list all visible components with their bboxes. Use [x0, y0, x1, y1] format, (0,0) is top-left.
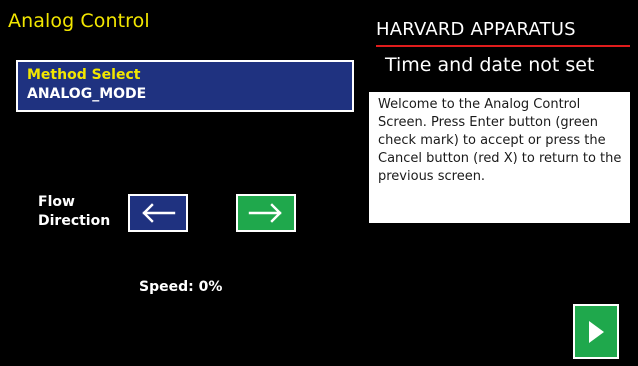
method-select-value: ANALOG_MODE	[27, 86, 147, 102]
page-title: Analog Control	[8, 10, 150, 32]
enter-button[interactable]	[573, 304, 619, 359]
speed-readout: Speed: 0%	[139, 279, 223, 295]
flow-direction-label-line-2: Direction	[38, 213, 111, 229]
flow-direction-label-line-1: Flow	[38, 194, 75, 210]
brand-name: HARVARD APPARATUS	[376, 19, 576, 40]
left-arrow-icon	[142, 203, 176, 223]
info-message-text: Welcome to the Analog Control Screen. Pr…	[378, 97, 622, 184]
datetime-status: Time and date not set	[385, 54, 595, 76]
flow-right-button[interactable]	[236, 194, 296, 232]
brand-panel: HARVARD APPARATUS Time and date not set	[369, 0, 638, 92]
play-icon	[589, 320, 604, 343]
brand-divider	[376, 45, 630, 47]
info-message-box: Welcome to the Analog Control Screen. Pr…	[369, 92, 630, 223]
analog-control-screen: Analog Control Method Select ANALOG_MODE…	[0, 0, 638, 366]
method-select-panel[interactable]: Method Select ANALOG_MODE	[16, 60, 354, 112]
flow-left-button[interactable]	[128, 194, 188, 232]
right-arrow-icon	[248, 203, 282, 223]
flow-direction-label: Flow Direction	[38, 193, 110, 231]
method-select-label: Method Select	[27, 67, 141, 83]
